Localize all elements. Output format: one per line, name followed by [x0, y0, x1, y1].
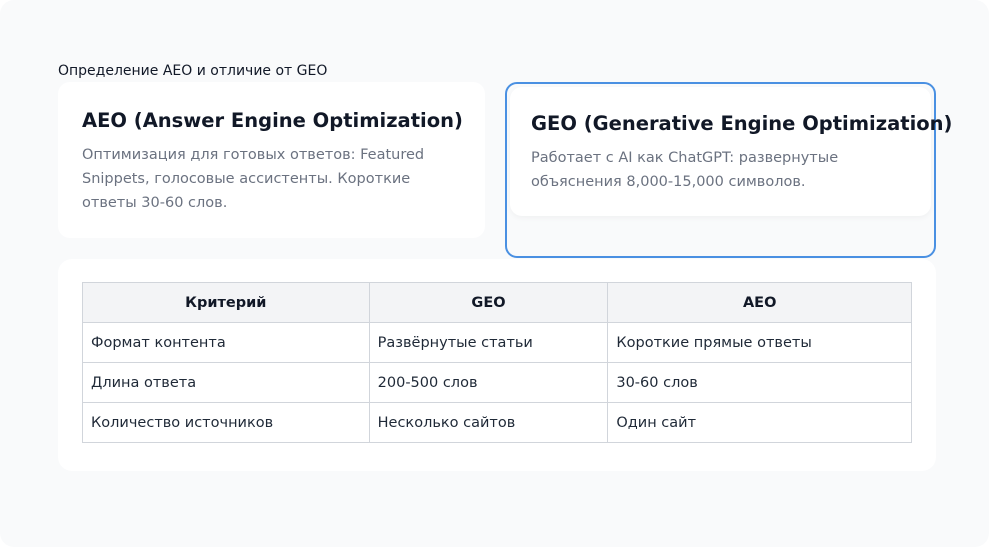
table-cell: 30-60 слов [607, 362, 912, 403]
table-cell: 200-500 слов [368, 362, 609, 403]
table-cell: Формат контента [82, 322, 370, 363]
table-cell: Несколько сайтов [368, 402, 609, 443]
header-aeo: AEO [607, 282, 912, 323]
section-title: Определение AEO и отличие от GEO [58, 63, 328, 79]
aeo-card: AEO (Answer Engine Optimization) Оптимиз… [58, 82, 485, 238]
geo-card-title: GEO (Generative Engine Optimization) [531, 112, 953, 135]
table-cell: Один сайт [607, 402, 912, 443]
header-criterion: Критерий [82, 282, 370, 323]
table-header-row: Критерий GEO AEO [82, 282, 912, 323]
table-cell: Короткие прямые ответы [607, 322, 912, 363]
comparison-panel: Критерий GEO AEO Формат контента Развёрн… [58, 259, 936, 471]
table-cell: Развёрнутые статьи [368, 322, 609, 363]
aeo-card-description: Оптимизация для готовых ответов: Feature… [82, 147, 425, 211]
aeo-card-title: AEO (Answer Engine Optimization) [82, 109, 463, 132]
comparison-table: Критерий GEO AEO Формат контента Развёрн… [82, 282, 912, 443]
geo-card: GEO (Generative Engine Optimization) Раб… [510, 87, 953, 216]
table-row: Формат контента Развёрнутые статьи Корот… [82, 322, 912, 363]
table-row: Длина ответа 200-500 слов 30-60 слов [82, 362, 912, 403]
table-cell: Длина ответа [82, 362, 370, 403]
page-frame: Определение AEO и отличие от GEO AEO (An… [0, 0, 989, 547]
geo-card-description: Работает с AI как ChatGPT: развернутые о… [531, 150, 839, 190]
table-row: Количество источников Несколько сайтов О… [82, 402, 912, 443]
header-geo: GEO [368, 282, 609, 323]
table-cell: Количество источников [82, 402, 370, 443]
